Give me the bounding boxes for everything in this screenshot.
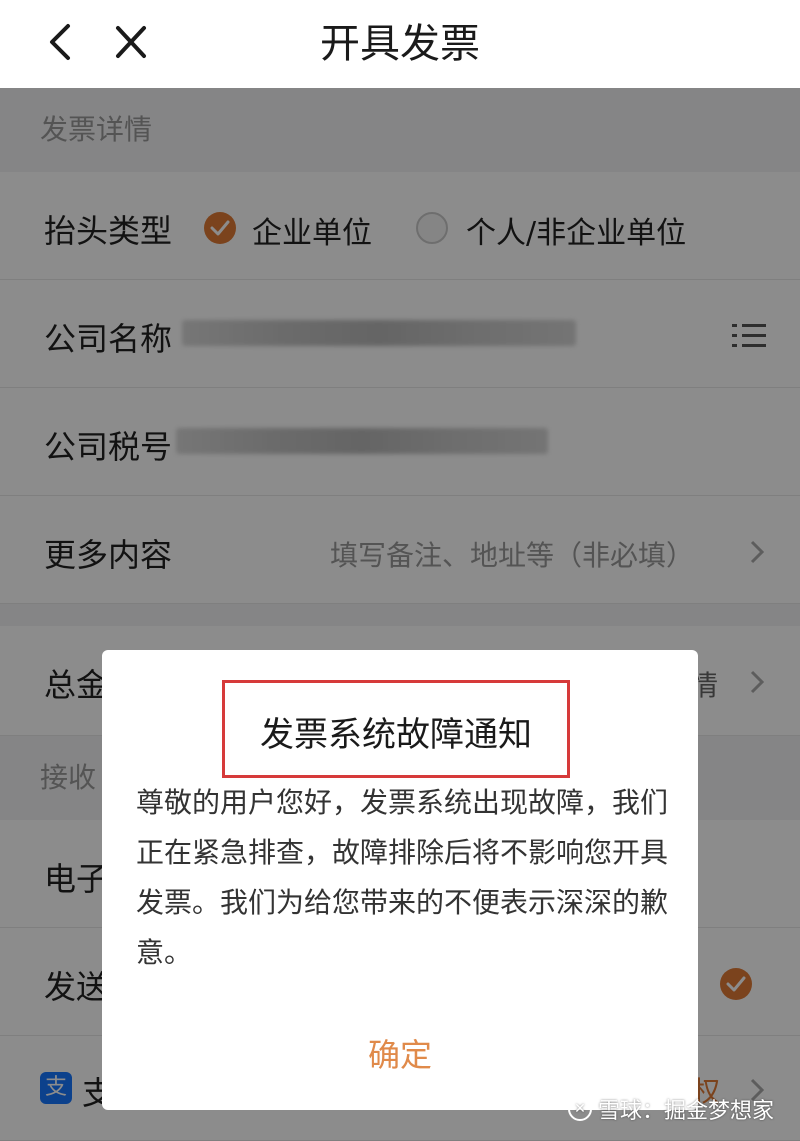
watermark-text: 雪球：掘金梦想家 xyxy=(597,1099,774,1124)
confirm-button[interactable]: 确定 xyxy=(102,1030,698,1076)
dialog-title: 发票系统故障通知 xyxy=(260,715,532,755)
fault-notice-dialog: 发票系统故障通知 尊敬的用户您好，发票系统出现故障，我们正在紧急排查，故障排除后… xyxy=(102,650,698,1110)
dialog-title-highlight: 发票系统故障通知 xyxy=(222,680,570,778)
dialog-message: 尊敬的用户您好，发票系统出现故障，我们正在紧急排查，故障排除后将不影响您开具发票… xyxy=(136,786,669,969)
snowball-logo-icon: ✕ xyxy=(567,1097,592,1121)
page-title: 开具发票 xyxy=(320,21,480,67)
top-bar: 开具发票 xyxy=(0,0,800,88)
watermark: ✕ 雪球：掘金梦想家 xyxy=(567,1093,774,1125)
